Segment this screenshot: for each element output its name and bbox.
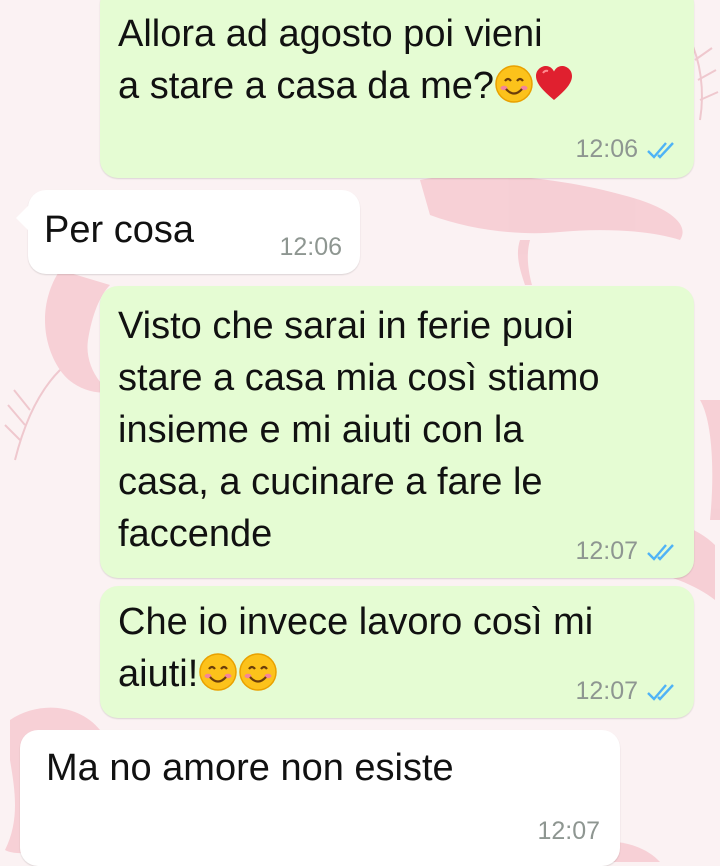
message-timestamp: 12:06 <box>279 233 342 261</box>
smiling-face-icon <box>238 652 278 692</box>
message-timestamp: 12:07 <box>537 817 600 845</box>
incoming-message[interactable]: Per cosa 12:06 <box>16 190 360 274</box>
double-check-read-icon <box>647 543 674 561</box>
message-timestamp: 12:07 <box>575 677 638 705</box>
incoming-message[interactable]: Ma no amore non esiste 12:07 <box>20 730 620 866</box>
message-timestamp: 12:06 <box>575 135 638 163</box>
bubble-tail <box>16 204 30 232</box>
message-text: Visto che sarai in ferie puoi stare a ca… <box>118 305 600 555</box>
smiling-face-icon <box>494 64 534 104</box>
smiling-face-icon <box>198 652 238 692</box>
double-check-read-icon <box>647 683 674 701</box>
double-check-read-icon <box>647 141 674 159</box>
chat-screen: { "messages": [ {"direction": "outgoing"… <box>0 0 720 866</box>
message-timestamp: 12:07 <box>575 537 638 565</box>
message-meta: 12:07 <box>575 537 676 566</box>
message-meta: 12:06 <box>575 135 676 164</box>
red-heart-icon <box>534 64 574 104</box>
outgoing-message[interactable]: Che io invece lavoro così mi aiuti! 12:0… <box>100 586 694 718</box>
outgoing-message[interactable]: Visto che sarai in ferie puoi stare a ca… <box>100 286 694 578</box>
message-meta: 12:06 <box>279 233 342 262</box>
outgoing-message[interactable]: Allora ad agosto poi vieni a stare a cas… <box>100 0 694 178</box>
message-text: Ma no amore non esiste <box>46 747 454 789</box>
message-text: Allora ad agosto poi vieni a stare a cas… <box>118 8 676 112</box>
message-meta: 12:07 <box>537 817 600 846</box>
message-meta: 12:07 <box>575 677 676 706</box>
